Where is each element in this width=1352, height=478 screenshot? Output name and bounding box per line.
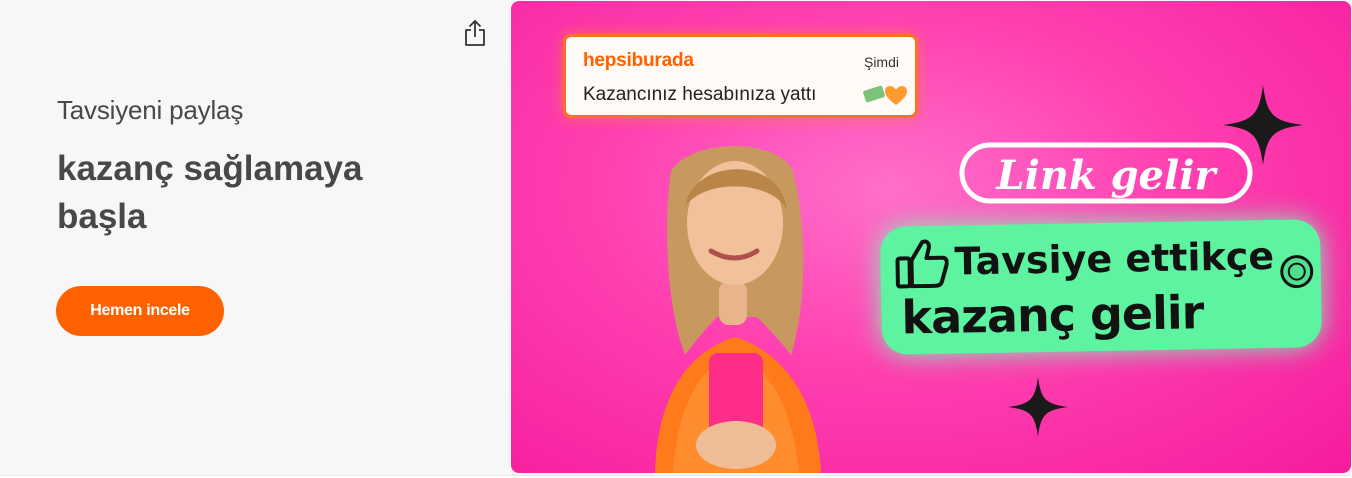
hemen-incele-button[interactable]: Hemen incele [56, 286, 224, 336]
promo-text-panel: Tavsiyeni paylaş kazanç sağlamaya başla … [0, 0, 510, 476]
link-gelir-logo: Link gelir [959, 139, 1253, 215]
thumbs-up-icon [895, 239, 949, 289]
money-icon [863, 85, 907, 105]
coin-icon [1280, 255, 1314, 289]
notification-time: Şimdi [863, 54, 899, 70]
sparkle-icon [1008, 377, 1068, 437]
slogan-line-2: kazanç gelir [901, 285, 1204, 345]
share-button[interactable] [462, 18, 488, 48]
promo-card: Tavsiyeni paylaş kazanç sağlamaya başla … [0, 0, 1352, 476]
share-icon [465, 20, 485, 46]
promo-subtitle: Tavsiyeni paylaş [57, 95, 244, 125]
promo-headline: kazanç sağlamaya başla [57, 149, 363, 236]
notification-brand: hepsiburada [583, 50, 694, 71]
slogan-box: Tavsiye ettikçe kazanç gelir [879, 219, 1323, 355]
money-heart-emoji [862, 82, 910, 113]
link-gelir-text: Link gelir [996, 152, 1219, 199]
person-illustration [655, 146, 821, 473]
slogan-line-1: Tavsiye ettikçe [954, 233, 1275, 284]
campaign-banner[interactable]: hepsiburada Şimdi Kazancınız hesabınıza … [511, 1, 1351, 473]
notification-message: Kazancınız hesabınıza yattı [583, 84, 817, 105]
notification-card: hepsiburada Şimdi Kazancınız hesabınıza … [563, 34, 918, 118]
